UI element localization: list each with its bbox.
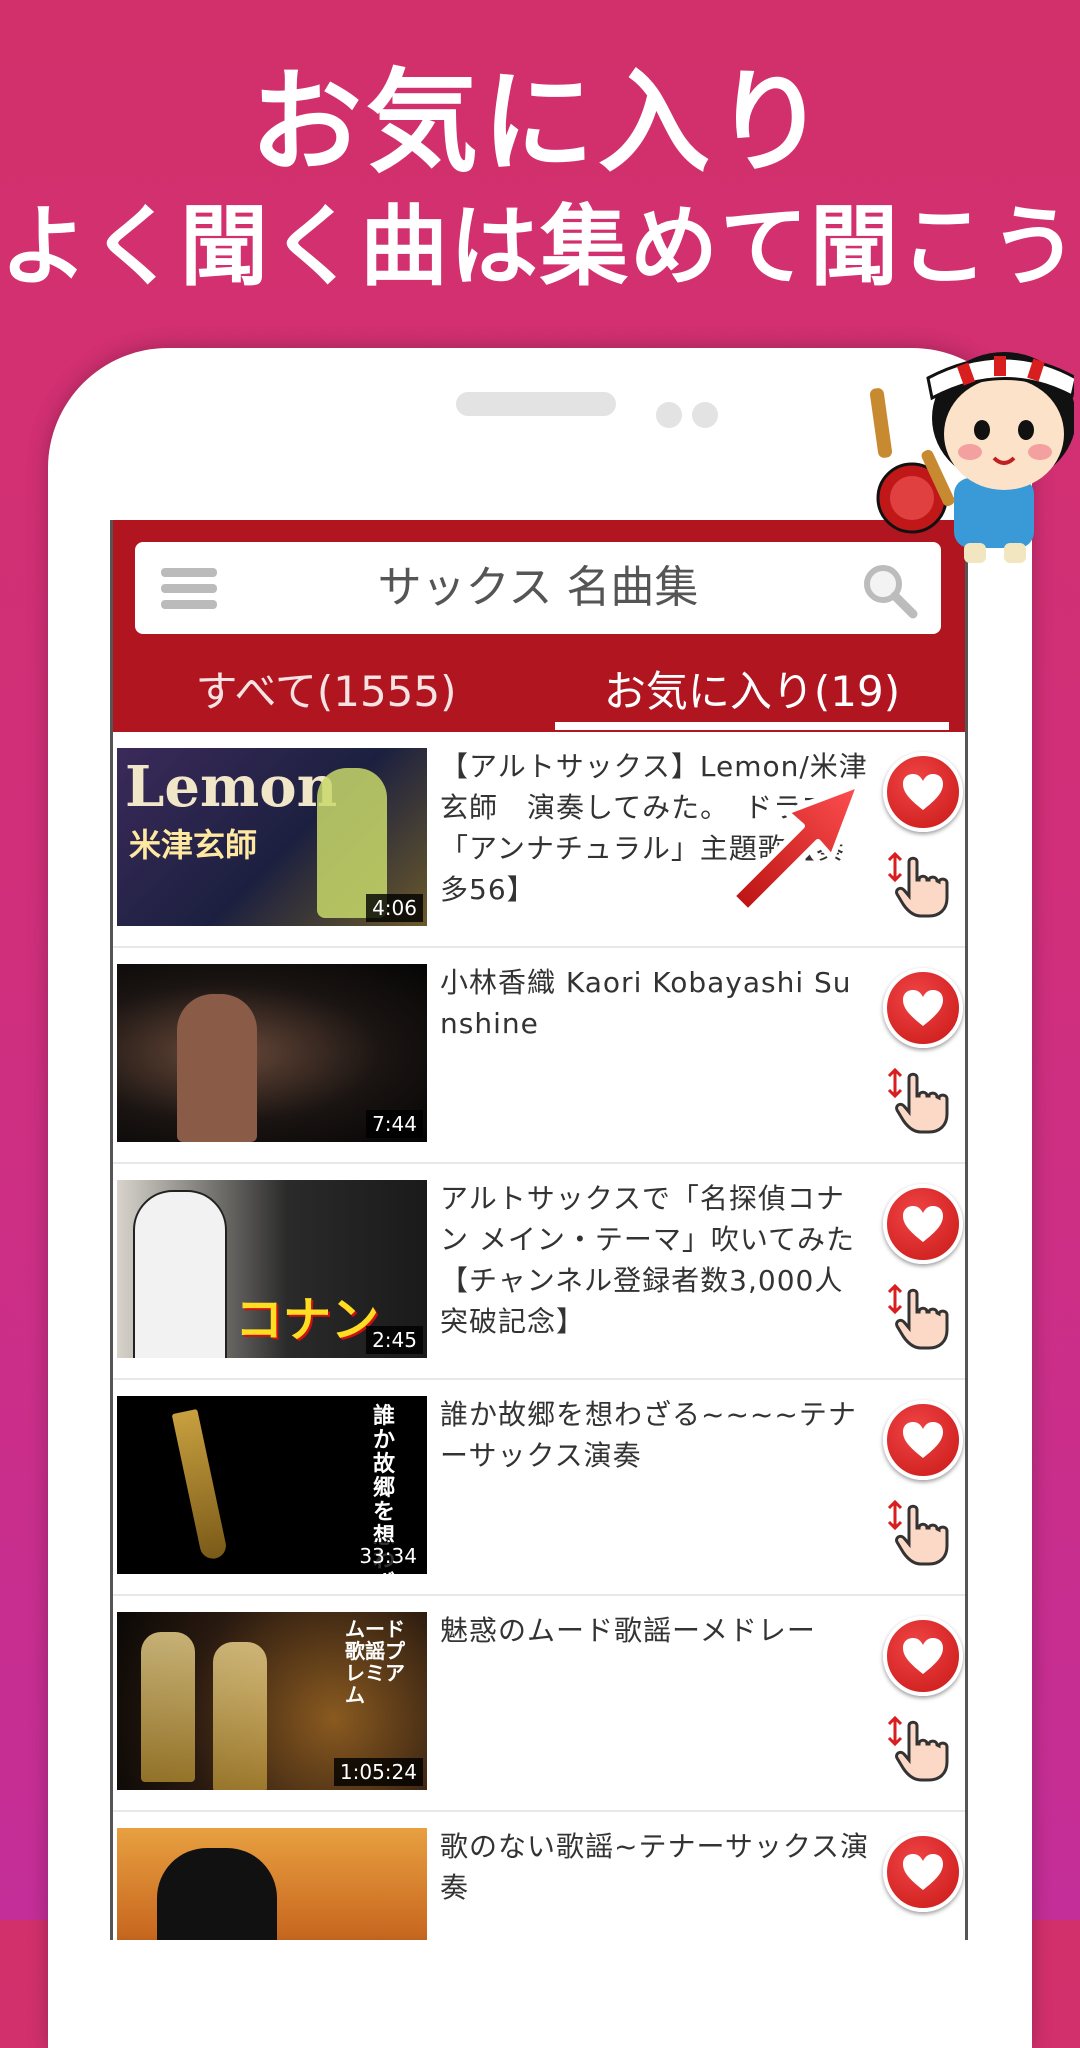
thumbnail-performer [133,1190,227,1358]
thumbnail-performer [177,994,257,1142]
phone-speaker [456,392,616,416]
pointer-arrow-icon [729,781,863,915]
video-thumbnail[interactable]: Lemon 米津玄師 4:06 [117,748,427,926]
thumbnail-glass [213,1642,267,1790]
video-duration: 33:34 [353,1542,423,1570]
list-item[interactable]: ムード歌謡プレミアム 1:05:24 魅惑のムード歌謡ーメドレー [113,1596,965,1812]
video-title[interactable]: アルトサックスで「名探偵コナン メイン・テーマ」吹いてみた【チャンネル登録者数3… [440,1178,870,1342]
video-thumbnail[interactable]: コナン 2:45 [117,1180,427,1358]
heart-icon [903,1206,943,1242]
list-item[interactable]: 誰か故郷を想わざる 33:34 誰か故郷を想わざる~~~~テナーサックス演奏 [113,1380,965,1596]
video-thumbnail[interactable]: 誰か故郷を想わざる 33:34 [117,1396,427,1574]
video-title[interactable]: 誰か故郷を想わざる~~~~テナーサックス演奏 [440,1394,870,1476]
search-query[interactable]: サックス 名曲集 [135,542,941,634]
favorite-button[interactable] [883,1616,963,1696]
heart-icon [903,990,943,1026]
favorite-button[interactable] [883,1832,963,1912]
video-thumbnail[interactable]: ムード歌謡プレミアム 1:05:24 [117,1612,427,1790]
thumbnail-text: Lemon [125,754,338,820]
drag-hand-icon[interactable] [885,1282,955,1352]
drag-hand-icon[interactable] [885,1498,955,1568]
list-item[interactable]: コナン 2:45 アルトサックスで「名探偵コナン メイン・テーマ」吹いてみた【チ… [113,1164,965,1380]
promo-title: お気に入り [250,58,830,188]
search-icon[interactable] [859,560,919,620]
list-item[interactable]: 歌のない歌謡~テナーサックス演奏 [113,1812,965,1940]
heart-icon [903,1638,943,1674]
video-title[interactable]: 小林香織 Kaori Kobayashi Sunshine [440,962,870,1044]
mascot-character [869,352,1074,563]
list-item[interactable]: 7:44 小林香織 Kaori Kobayashi Sunshine [113,948,965,1164]
promo-subtitle: よく聞く曲は集めて聞こう [0,195,1080,298]
video-duration: 7:44 [366,1110,423,1138]
tab-selected-indicator [555,722,949,730]
tab-all[interactable]: すべて(1555) [113,660,539,732]
favorite-button[interactable] [883,1184,963,1264]
app-bar: サックス 名曲集 すべて(1555) お気に入り(19) [113,520,965,732]
thumbnail-subtext: 米津玄師 [129,826,258,864]
video-duration: 1:05:24 [333,1758,423,1786]
heart-icon [903,774,943,810]
search-box[interactable]: サックス 名曲集 [135,542,941,634]
app-screen: サックス 名曲集 すべて(1555) お気に入り(19) Lemon 米津玄師 … [110,520,968,1940]
thumbnail-saxophone [171,1408,229,1562]
phone-sensor [692,402,718,428]
video-title[interactable]: 魅惑のムード歌謡ーメドレー [440,1610,870,1651]
thumbnail-silhouette [157,1848,277,1940]
favorite-button[interactable] [883,1400,963,1480]
drag-hand-icon[interactable] [885,1066,955,1136]
thumbnail-text: コナン [235,1292,380,1348]
phone-camera [656,402,682,428]
heart-icon [903,1854,943,1890]
video-duration: 2:45 [366,1326,423,1354]
video-title[interactable]: 歌のない歌謡~テナーサックス演奏 [440,1826,870,1908]
drag-hand-icon[interactable] [885,850,955,920]
drag-hand-icon[interactable] [885,1714,955,1784]
heart-icon [903,1422,943,1458]
thumbnail-text: ムード歌謡プレミアム [345,1617,405,1707]
favorite-button[interactable] [883,752,963,832]
favorite-button[interactable] [883,968,963,1048]
video-thumbnail[interactable] [117,1828,427,1940]
thumbnail-glass [141,1632,195,1782]
video-thumbnail[interactable]: 7:44 [117,964,427,1142]
video-duration: 4:06 [366,894,423,922]
